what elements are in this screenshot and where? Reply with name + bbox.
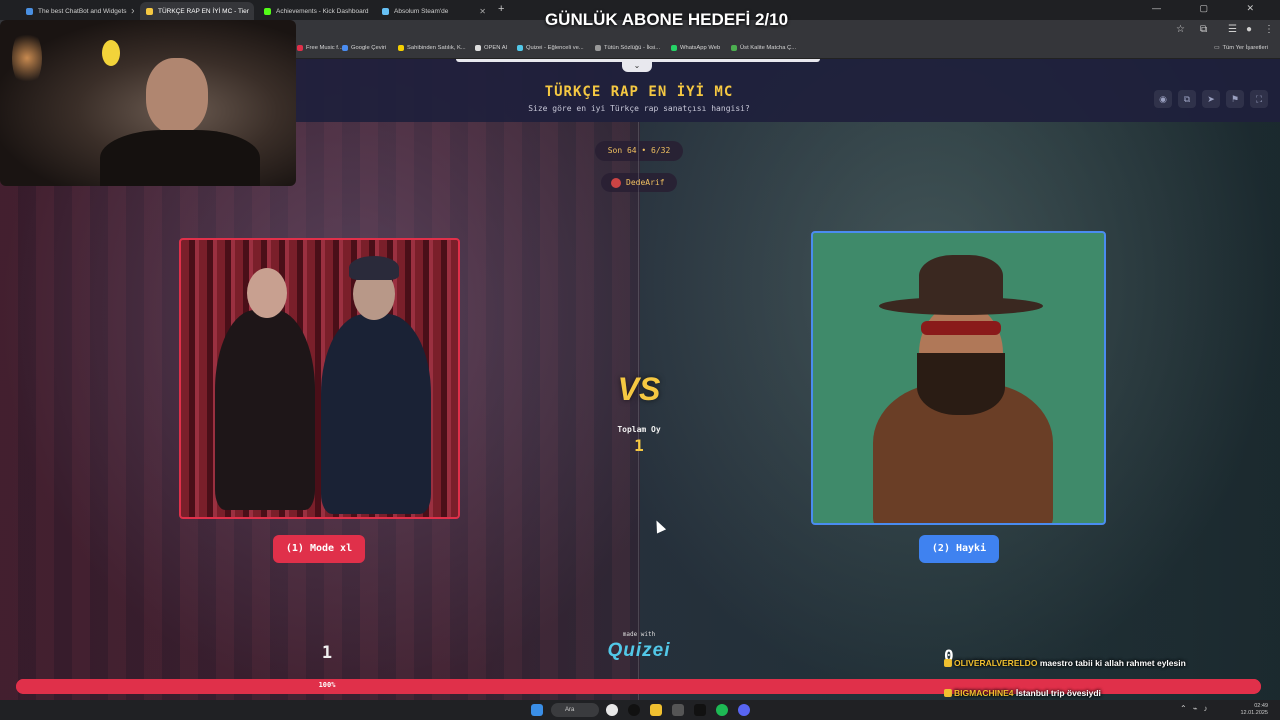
bookmark-favicon xyxy=(398,45,404,51)
made-with-label: made with xyxy=(622,631,656,638)
start-icon[interactable] xyxy=(531,704,543,716)
total-votes-value: 1 xyxy=(634,436,644,455)
person-silhouette xyxy=(321,314,431,514)
eye-icon[interactable]: ◉ xyxy=(1154,90,1172,108)
bookmark-item[interactable]: WhatsApp Web xyxy=(671,45,720,51)
chevron-down-icon: ⌄ xyxy=(633,61,641,70)
all-bookmarks-label: Tüm Yer İşaretleri xyxy=(1222,45,1268,51)
bookmark-item[interactable]: Sahibinden Satılık, K... xyxy=(398,45,466,51)
bookmark-label: Google Çeviri xyxy=(351,45,387,51)
spotify-icon[interactable] xyxy=(716,704,728,716)
terminal-icon[interactable] xyxy=(694,704,706,716)
beanie-hat xyxy=(349,256,399,280)
progress-label: 100% xyxy=(318,681,336,689)
bookmark-label: WhatsApp Web xyxy=(680,45,721,51)
send-icon[interactable]: ➤ xyxy=(1202,90,1220,108)
vote-right-button[interactable]: (2) Hayki xyxy=(919,535,999,563)
center-divider xyxy=(638,122,639,700)
bookmark-item[interactable]: Üst Kalite Matcha Ç... xyxy=(731,45,796,51)
lamp-glow xyxy=(12,28,42,88)
bookmark-favicon xyxy=(297,45,303,51)
vs-icon: VS xyxy=(617,371,661,407)
obs-icon[interactable] xyxy=(628,704,640,716)
chat-text: maestro tabii ki allah rahmet eylesin xyxy=(1039,658,1186,668)
quiz-subtitle: Size göre en iyi Türkçe rap sanatçısı ha… xyxy=(528,104,750,113)
person-face xyxy=(247,268,287,318)
bookmark-item[interactable]: OPEN AI xyxy=(475,45,507,51)
bookmark-favicon xyxy=(595,45,601,51)
fullscreen-icon[interactable]: ⛶ xyxy=(1250,90,1268,108)
total-votes-label: Toplam Oy xyxy=(617,425,661,434)
chat-username: OLIVERALVERELDO xyxy=(954,658,1038,668)
person-silhouette xyxy=(215,310,315,510)
collapse-toggle[interactable]: ⌄ xyxy=(622,60,652,72)
bookmark-label: Quizei - Eğlenceli ve... xyxy=(526,45,584,51)
bookmark-favicon xyxy=(517,45,523,51)
bookmark-label: Tütün Sözlüğü - İksi... xyxy=(604,45,661,51)
streamer-body xyxy=(100,130,260,186)
hat-crown xyxy=(919,255,1003,307)
round-indicator: Son 64 • 6/32 xyxy=(595,141,683,161)
clock[interactable]: 02:49 12.01.2025 xyxy=(1240,703,1268,717)
system-tray-icons[interactable]: ⌃⌁♪ xyxy=(1180,704,1214,713)
chat-text: İstanbul trip övesiydi xyxy=(1015,688,1101,698)
avatar xyxy=(611,177,621,188)
left-vote-count: 1 xyxy=(321,643,333,663)
chat-message: BIGMACHINE4 İstanbul trip övesiydi xyxy=(944,688,1101,700)
badge-icon xyxy=(102,40,120,66)
folder-icon: ▭ xyxy=(1214,45,1220,51)
file-explorer-icon[interactable] xyxy=(650,704,662,716)
chat-username: BIGMACHINE4 xyxy=(954,688,1014,698)
clock-time: 02:49 xyxy=(1254,703,1268,709)
streamer-head xyxy=(146,58,208,134)
all-bookmarks[interactable]: ▭ Tüm Yer İşaretleri xyxy=(1214,45,1268,51)
bookmark-favicon xyxy=(731,45,737,51)
chat-message: OLIVERALVERELDO maestro tabii ki allah r… xyxy=(944,658,1186,670)
contender-right-image[interactable] xyxy=(811,231,1106,525)
app-icon[interactable] xyxy=(672,704,684,716)
chrome-icon[interactable] xyxy=(606,704,618,716)
chat-badge-icon xyxy=(944,659,952,667)
taskbar-search[interactable]: Ara xyxy=(551,703,599,717)
windows-taskbar: Ara ⌃⌁♪ 02:49 12.01.2025 xyxy=(0,700,1280,720)
bookmark-label: Free Music f... xyxy=(306,45,343,51)
bookmark-item[interactable]: Quizei - Eğlenceli ve... xyxy=(517,45,584,51)
vote-left-button[interactable]: (1) Mode xl xyxy=(273,535,365,563)
bookmark-label: Sahibinden Satılık, K... xyxy=(407,45,466,51)
discord-icon[interactable] xyxy=(738,704,750,716)
contender-left-image[interactable] xyxy=(179,238,460,519)
bookmark-item[interactable]: Free Music f... xyxy=(297,45,343,51)
flag-icon[interactable]: ⚑ xyxy=(1226,90,1244,108)
beard xyxy=(917,353,1005,415)
username: DedeArif xyxy=(626,178,665,187)
bookmark-item[interactable]: Google Çeviri xyxy=(342,45,386,51)
bookmark-favicon xyxy=(475,45,481,51)
bookmark-label: Üst Kalite Matcha Ç... xyxy=(740,45,797,51)
quizei-logo[interactable]: Quizei xyxy=(596,640,682,662)
user-badge: DedeArif xyxy=(601,173,677,192)
bookmark-item[interactable]: Tütün Sözlüğü - İksi... xyxy=(595,45,660,51)
chat-badge-icon xyxy=(944,689,952,697)
webcam-overlay xyxy=(0,20,296,186)
bookmark-label: OPEN AI xyxy=(484,45,508,51)
copy-icon[interactable]: ⧉ xyxy=(1178,90,1196,108)
clock-date: 12.01.2025 xyxy=(1240,710,1268,716)
quiz-title: TÜRKÇE RAP EN İYİ MC xyxy=(544,84,734,100)
bookmark-favicon xyxy=(671,45,677,51)
bookmark-favicon xyxy=(342,45,348,51)
sunglasses xyxy=(921,321,1001,335)
